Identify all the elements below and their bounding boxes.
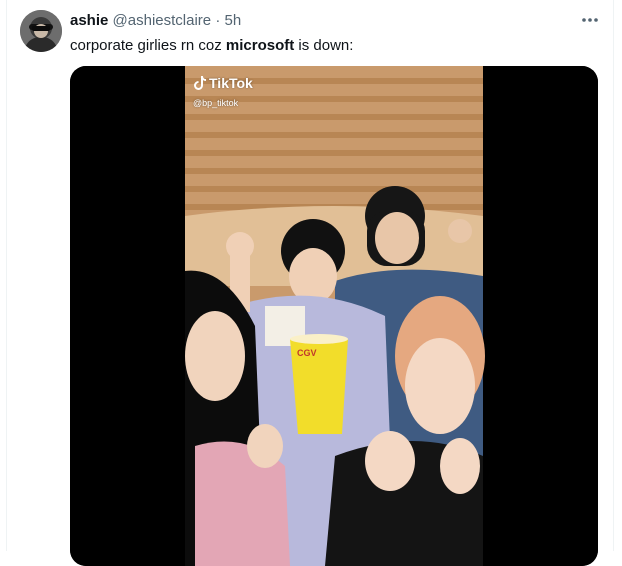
tiktok-handle: @bp_tiktok xyxy=(193,98,239,108)
user-handle[interactable]: @ashiestclaire xyxy=(113,12,212,29)
video-frame: CGV xyxy=(70,66,598,566)
display-name[interactable]: ashie xyxy=(70,12,108,29)
tiktok-watermark: TikTok xyxy=(194,75,253,91)
tweet-text-part-1: corporate girlies rn coz xyxy=(70,37,226,54)
tweet-header: ashie @ashiestclaire · 5h xyxy=(70,11,241,31)
popcorn-cup: CGV xyxy=(290,334,348,434)
tweet-left-border xyxy=(6,0,7,551)
tweet-text: corporate girlies rn coz microsoft is do… xyxy=(70,36,353,56)
cup-logo-text: CGV xyxy=(297,348,317,358)
more-horizontal-icon xyxy=(582,18,598,22)
more-options-button[interactable] xyxy=(580,12,600,28)
tweet-right-border xyxy=(613,0,614,551)
tweet-text-bold: microsoft xyxy=(225,37,295,54)
video-player[interactable]: CGV TikTok @bp_tiktok xyxy=(70,66,598,566)
tiktok-brand-text: TikTok xyxy=(209,75,253,91)
avatar[interactable] xyxy=(20,10,62,52)
separator-dot: · xyxy=(215,12,221,29)
timestamp[interactable]: 5h xyxy=(224,12,241,29)
tweet-text-part-2: is down: xyxy=(294,37,354,54)
tiktok-icon xyxy=(194,76,206,90)
